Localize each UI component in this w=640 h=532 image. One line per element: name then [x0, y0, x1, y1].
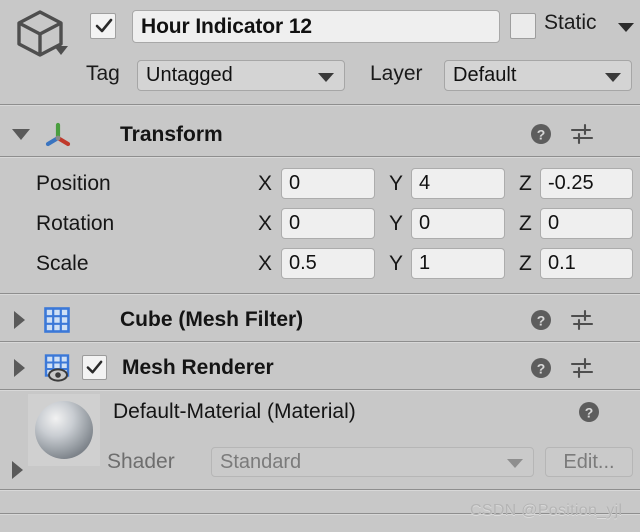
- svg-text:?: ?: [537, 127, 546, 143]
- shader-label: Shader: [107, 450, 175, 473]
- game-object-name-input[interactable]: Hour Indicator 12: [132, 10, 500, 43]
- tag-chevron-down-icon: [318, 72, 334, 82]
- svg-text:?: ?: [585, 405, 594, 421]
- axis-label-x: X: [258, 212, 273, 235]
- preset-icon[interactable]: [570, 357, 594, 379]
- edit-shader-button-label: Edit...: [563, 450, 615, 473]
- shader-dropdown[interactable]: Standard: [211, 447, 534, 477]
- position-x-input[interactable]: 0: [281, 168, 375, 199]
- layer-chevron-down-icon: [605, 72, 621, 82]
- mesh-filter-grid-icon: [43, 306, 71, 334]
- scale-x-input[interactable]: 0.5: [281, 248, 375, 279]
- axis-label-x: X: [258, 252, 273, 275]
- rotation-x-value: 0: [289, 212, 301, 234]
- rotation-x-input[interactable]: 0: [281, 208, 375, 239]
- mesh-renderer-eye-icon: [43, 353, 73, 383]
- divider: [0, 342, 640, 343]
- cube-icon-dropdown-chevron-down-icon[interactable]: [54, 46, 68, 55]
- scale-z-value: 0.1: [548, 252, 576, 274]
- more-menu-icon[interactable]: [616, 310, 622, 332]
- transform-row-label: Rotation: [36, 212, 115, 235]
- help-icon[interactable]: ?: [530, 309, 552, 331]
- divider: [0, 294, 640, 295]
- divider: [0, 490, 640, 491]
- axis-label-z: Z: [519, 172, 532, 195]
- more-menu-icon[interactable]: [616, 124, 622, 146]
- rotation-z-value: 0: [548, 212, 560, 234]
- scale-y-input[interactable]: 1: [411, 248, 505, 279]
- inspector-panel: Hour Indicator 12 Static Tag Untagged La…: [0, 0, 640, 532]
- material-sphere-preview[interactable]: [28, 394, 100, 466]
- transform-row-label: Scale: [36, 252, 89, 275]
- rotation-y-value: 0: [419, 212, 431, 234]
- position-z-value: -0.25: [548, 172, 594, 194]
- mesh-filter-expand-chevron-right-icon[interactable]: [14, 311, 25, 329]
- transform-row-label: Position: [36, 172, 111, 195]
- preset-icon[interactable]: [570, 123, 594, 145]
- help-icon[interactable]: ?: [530, 123, 552, 145]
- axis-label-y: Y: [389, 252, 404, 275]
- checkmark-icon: [95, 18, 113, 33]
- axis-label-x: X: [258, 172, 273, 195]
- layer-label: Layer: [370, 62, 423, 85]
- layer-dropdown[interactable]: Default: [444, 60, 632, 91]
- component-header-mesh-renderer[interactable]: Mesh Renderer ?: [0, 345, 640, 390]
- position-y-value: 4: [419, 172, 431, 194]
- transform-gizmo-icon: [44, 122, 72, 148]
- component-title-mesh-renderer: Mesh Renderer: [122, 356, 274, 379]
- static-label: Static: [544, 11, 597, 34]
- svg-text:?: ?: [537, 313, 546, 329]
- edit-shader-button[interactable]: Edit...: [545, 447, 633, 477]
- game-object-active-checkbox[interactable]: [90, 13, 116, 39]
- tag-value: Untagged: [146, 64, 233, 86]
- watermark: CSDN @Position_yjl: [470, 502, 623, 519]
- scale-z-input[interactable]: 0.1: [540, 248, 633, 279]
- material-expand-chevron-right-icon[interactable]: [12, 461, 23, 479]
- divider: [0, 157, 640, 158]
- scale-y-value: 1: [419, 252, 431, 274]
- more-menu-icon[interactable]: [619, 402, 625, 424]
- axis-label-y: Y: [389, 172, 404, 195]
- position-z-input[interactable]: -0.25: [540, 168, 633, 199]
- help-icon[interactable]: ?: [530, 357, 552, 379]
- svg-text:?: ?: [537, 361, 546, 377]
- preset-icon[interactable]: [570, 309, 594, 331]
- component-header-mesh-filter[interactable]: Cube (Mesh Filter) ?: [0, 298, 640, 342]
- layer-value: Default: [453, 64, 517, 86]
- static-dropdown-chevron-down-icon[interactable]: [618, 23, 634, 32]
- shader-chevron-down-icon: [507, 459, 523, 468]
- game-object-name-value: Hour Indicator 12: [141, 14, 312, 38]
- axis-label-z: Z: [519, 252, 532, 275]
- transform-collapse-chevron-down-icon[interactable]: [12, 129, 30, 140]
- tag-dropdown[interactable]: Untagged: [137, 60, 345, 91]
- divider: [0, 105, 640, 106]
- mesh-renderer-enabled-checkbox[interactable]: [82, 355, 107, 380]
- rotation-z-input[interactable]: 0: [540, 208, 633, 239]
- shader-value: Standard: [220, 450, 302, 473]
- help-icon[interactable]: ?: [578, 401, 600, 423]
- material-title: Default-Material (Material): [113, 400, 356, 423]
- tag-label: Tag: [86, 62, 120, 85]
- component-title-mesh-filter: Cube (Mesh Filter): [120, 308, 304, 331]
- checkmark-icon: [86, 360, 103, 374]
- axis-label-y: Y: [389, 212, 404, 235]
- component-title-transform: Transform: [120, 123, 223, 146]
- game-object-header: Hour Indicator 12 Static Tag Untagged La…: [0, 0, 640, 105]
- rotation-y-input[interactable]: 0: [411, 208, 505, 239]
- static-checkbox[interactable]: [510, 13, 536, 39]
- more-menu-icon[interactable]: [616, 358, 622, 380]
- axis-label-z: Z: [519, 212, 532, 235]
- component-header-transform[interactable]: Transform ?: [0, 112, 640, 157]
- position-x-value: 0: [289, 172, 301, 194]
- scale-x-value: 0.5: [289, 252, 317, 274]
- mesh-renderer-expand-chevron-right-icon[interactable]: [14, 359, 25, 377]
- position-y-input[interactable]: 4: [411, 168, 505, 199]
- divider: [0, 390, 640, 391]
